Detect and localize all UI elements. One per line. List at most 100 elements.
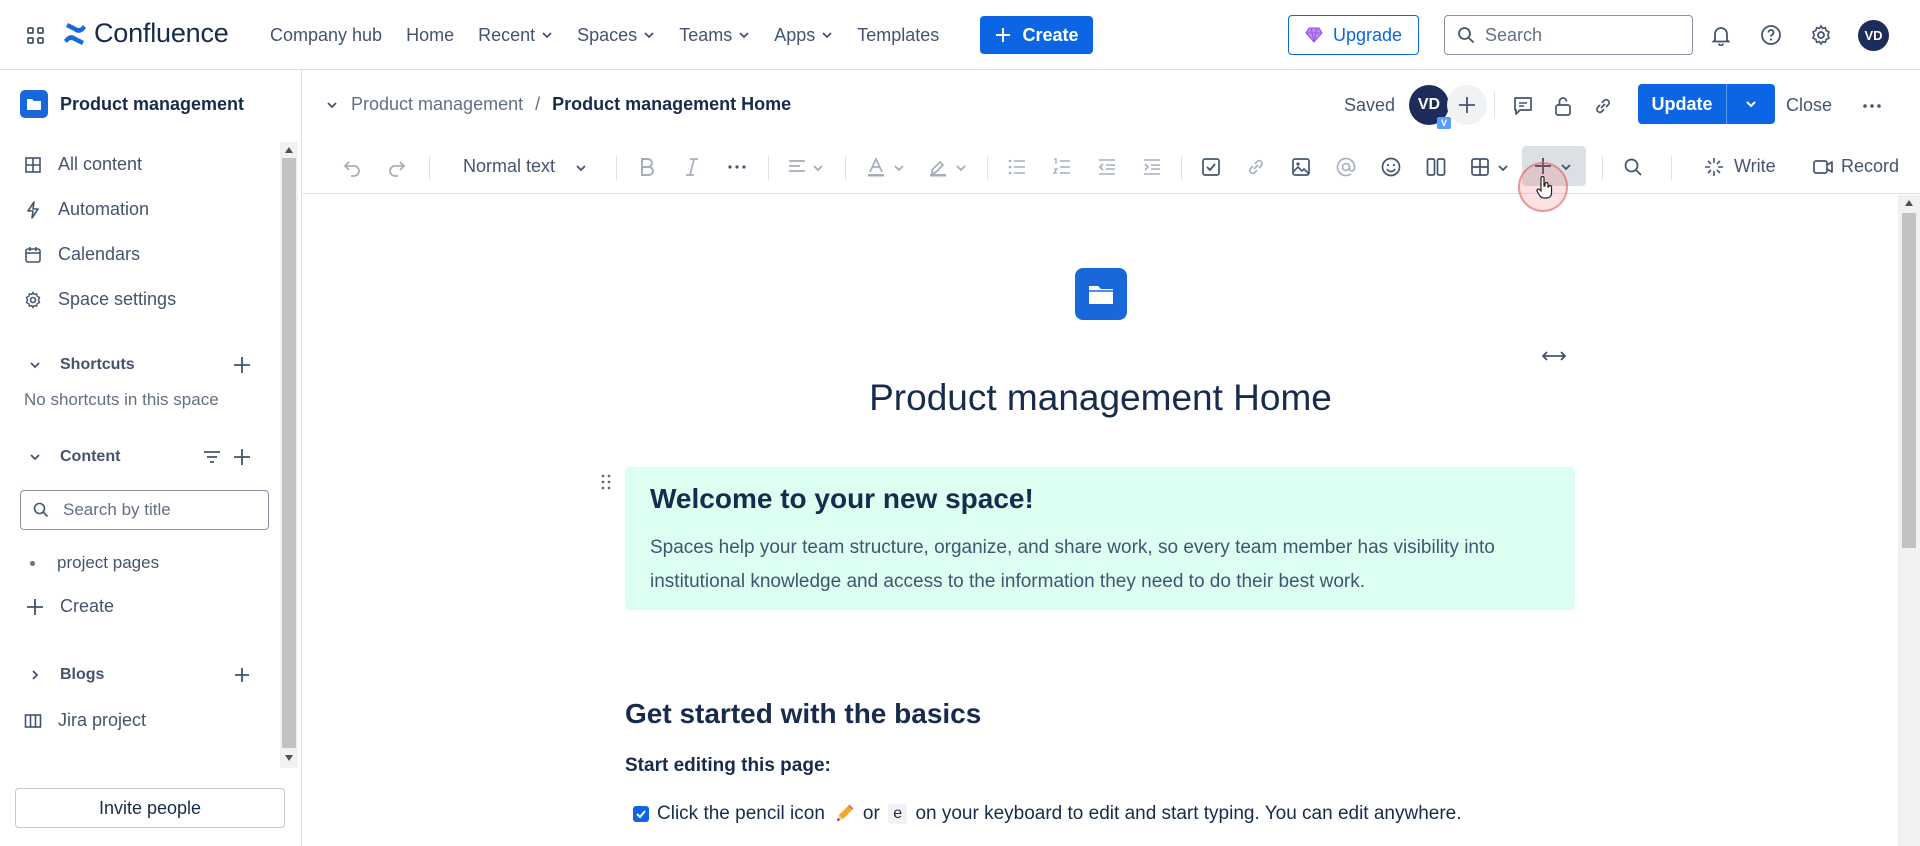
chevron-down-icon[interactable]	[1497, 162, 1509, 174]
nav-label: Teams	[679, 24, 733, 45]
image-icon[interactable]	[1290, 156, 1312, 178]
add-shortcut-icon[interactable]	[232, 355, 252, 375]
chevron-down-icon	[576, 165, 586, 172]
redo-icon[interactable]	[386, 156, 408, 178]
write-button[interactable]: Write	[1734, 156, 1776, 177]
search-placeholder: Search by title	[63, 500, 171, 519]
chevron-down-icon	[822, 32, 832, 39]
sidebar-item-label: Space settings	[58, 289, 177, 309]
nav-spaces[interactable]: Spaces	[565, 15, 667, 55]
create-button-label: Create	[1022, 24, 1079, 45]
nav-recent[interactable]: Recent	[466, 15, 565, 55]
align-icon[interactable]	[786, 156, 808, 178]
add-blog-icon[interactable]	[232, 665, 252, 685]
outdent-icon[interactable]	[1096, 156, 1118, 178]
bullet-list-icon[interactable]	[1006, 156, 1028, 178]
sidebar-item-label: Calendars	[58, 244, 141, 264]
confluence-logo[interactable]: Confluence	[62, 18, 229, 49]
more-formatting-icon[interactable]	[726, 156, 748, 178]
find-replace-icon[interactable]	[1622, 156, 1644, 178]
sidebar-create-button[interactable]: Create	[26, 596, 114, 617]
unlock-icon[interactable]	[1552, 95, 1574, 117]
scroll-down-arrow-icon[interactable]	[284, 754, 294, 762]
link-icon[interactable]	[1592, 95, 1614, 117]
update-button[interactable]: Update	[1638, 84, 1775, 124]
nav-home[interactable]: Home	[394, 15, 466, 55]
editor-scrollbar[interactable]	[1898, 195, 1920, 846]
add-content-icon[interactable]	[232, 447, 252, 467]
apps-grid-icon[interactable]	[26, 26, 46, 46]
nav-company-hub[interactable]: Company hub	[258, 15, 394, 55]
tree-item-project-pages[interactable]: project pages	[30, 553, 159, 573]
text-style-dropdown[interactable]: Normal text	[463, 156, 555, 177]
add-collaborator-button[interactable]	[1447, 85, 1487, 125]
upgrade-button[interactable]: Upgrade	[1288, 15, 1419, 55]
scroll-up-arrow-icon[interactable]	[284, 146, 294, 154]
scroll-up-arrow-icon[interactable]	[1904, 199, 1914, 207]
more-actions-icon[interactable]	[1860, 94, 1884, 118]
link-icon[interactable]	[1245, 156, 1267, 178]
highlight-icon[interactable]	[927, 156, 949, 178]
drag-handle-icon[interactable]	[600, 473, 612, 491]
expand-width-icon[interactable]	[1541, 347, 1567, 365]
sidebar-item-all-content[interactable]: All content	[24, 154, 142, 175]
page-title[interactable]: Product management Home	[303, 377, 1898, 419]
blogs-expand-toggle[interactable]	[20, 660, 50, 690]
close-button[interactable]: Close	[1786, 95, 1832, 116]
global-search-input[interactable]: Search	[1444, 15, 1693, 55]
editor-canvas[interactable]: Product management Home Welcome to your …	[303, 195, 1898, 846]
help-icon[interactable]	[1760, 24, 1782, 46]
sidebar-item-jira-project[interactable]: Jira project	[24, 710, 146, 731]
scrollbar-thumb[interactable]	[282, 158, 296, 748]
panel-heading: Welcome to your new space!	[650, 483, 1034, 514]
settings-icon[interactable]	[1810, 24, 1832, 46]
scrollbar-thumb[interactable]	[1902, 213, 1916, 548]
undo-icon[interactable]	[341, 156, 363, 178]
filter-icon[interactable]	[202, 447, 222, 467]
content-collapse-toggle[interactable]	[20, 442, 50, 472]
record-button[interactable]: Record	[1841, 156, 1899, 177]
content-search-input[interactable]: Search by title	[20, 490, 269, 530]
text-color-icon[interactable]	[865, 156, 887, 178]
collaborator-avatar[interactable]: VD V	[1409, 85, 1451, 129]
bold-icon[interactable]	[636, 156, 658, 178]
ai-sparkle-icon[interactable]	[1703, 156, 1725, 178]
welcome-panel[interactable]: Welcome to your new space! Spaces help y…	[625, 467, 1575, 610]
chevron-down-icon[interactable]	[325, 98, 339, 112]
italic-icon[interactable]	[681, 156, 703, 178]
sidebar-scrollbar[interactable]	[280, 142, 298, 768]
nav-apps[interactable]: Apps	[762, 15, 845, 55]
user-avatar[interactable]: VD	[1858, 20, 1889, 51]
breadcrumb-parent-link[interactable]: Product management	[351, 94, 523, 115]
avatar-badge: V	[1437, 117, 1451, 129]
comment-icon[interactable]	[1512, 95, 1534, 117]
create-button[interactable]: Create	[980, 16, 1093, 54]
task-checkbox[interactable]	[633, 806, 649, 822]
calendar-icon	[25, 246, 41, 263]
logo-text: Confluence	[94, 18, 229, 48]
layouts-icon[interactable]	[1425, 156, 1447, 178]
bell-icon[interactable]	[1710, 24, 1732, 46]
chevron-down-icon	[1746, 101, 1756, 108]
video-record-icon[interactable]	[1812, 156, 1834, 178]
emoji-icon[interactable]	[1380, 156, 1402, 178]
sidebar-item-space-settings[interactable]: Space settings	[24, 289, 176, 310]
task-text: or	[862, 803, 880, 824]
shortcuts-collapse-toggle[interactable]	[20, 350, 50, 380]
space-header[interactable]: Product management	[20, 90, 244, 118]
action-item-icon[interactable]	[1200, 156, 1222, 178]
nav-teams[interactable]: Teams	[667, 15, 762, 55]
numbered-list-icon[interactable]	[1051, 156, 1073, 178]
board-icon	[24, 713, 42, 728]
mention-icon[interactable]	[1335, 156, 1357, 178]
nav-label: Spaces	[577, 24, 638, 45]
sidebar-item-automation[interactable]: Automation	[24, 199, 149, 220]
indent-icon[interactable]	[1141, 156, 1163, 178]
update-options-dropdown[interactable]	[1727, 97, 1775, 111]
page-folder-icon[interactable]	[1075, 268, 1127, 320]
table-icon[interactable]	[1469, 156, 1491, 178]
nav-templates[interactable]: Templates	[845, 15, 951, 55]
sidebar-item-calendars[interactable]: Calendars	[24, 244, 140, 265]
invite-people-button[interactable]: Invite people	[15, 788, 285, 828]
gem-icon	[1305, 27, 1323, 43]
